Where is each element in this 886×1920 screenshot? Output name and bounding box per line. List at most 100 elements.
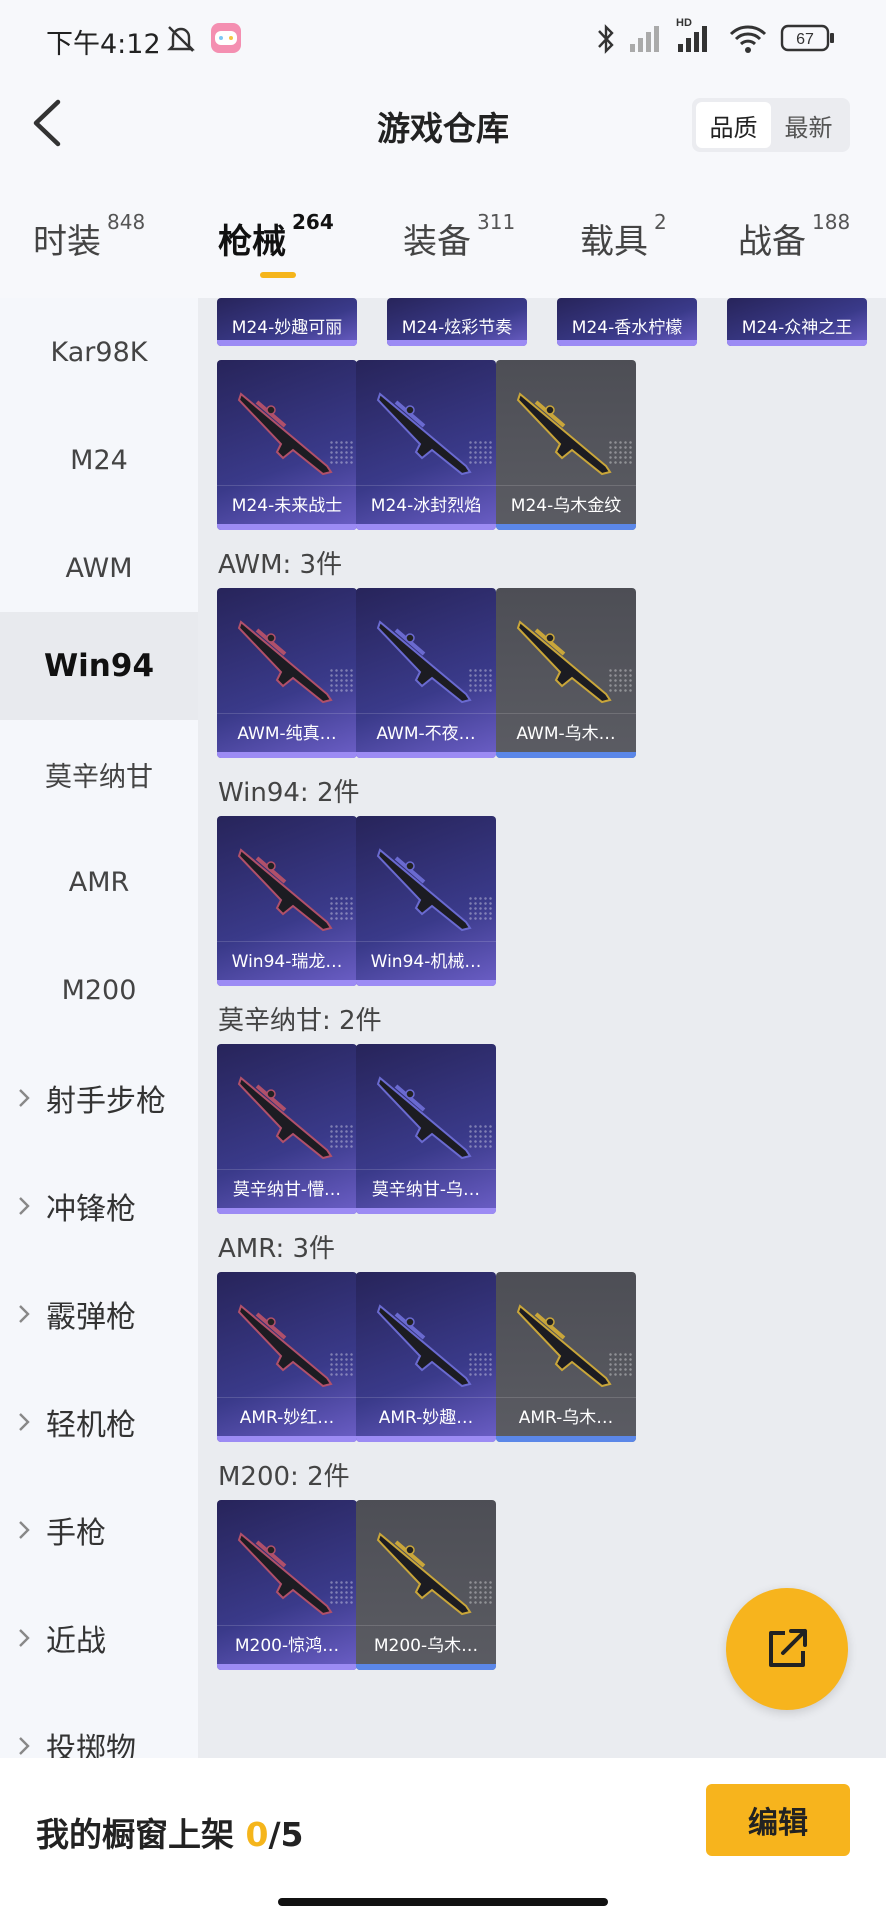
- skin-name: AMR-妙红…: [239, 1408, 335, 1428]
- skin-card[interactable]: 莫辛纳甘-懵…: [217, 1044, 357, 1214]
- skin-name: AWM-不夜…: [376, 724, 476, 744]
- mute-icon: [164, 22, 198, 60]
- skin-card[interactable]: M24-香水柠檬: [557, 298, 697, 346]
- skin-card[interactable]: Win94-机械…: [356, 816, 496, 986]
- skin-name: M200-乌木…: [373, 1636, 479, 1656]
- sidebar-item-amr[interactable]: AMR: [0, 828, 198, 936]
- signal-icon-1: [628, 22, 666, 58]
- showcase-total: /5: [268, 1815, 304, 1854]
- tab-fashion[interactable]: 时装 848: [33, 210, 145, 263]
- skin-card[interactable]: M24-妙趣可丽: [217, 298, 357, 346]
- signal-icon-2: HD: [676, 14, 716, 58]
- status-time: 下午4:12: [46, 29, 161, 60]
- skin-card[interactable]: M24-未来战士: [217, 360, 357, 530]
- edit-button[interactable]: 编辑: [706, 1784, 850, 1856]
- skin-name: AMR-妙趣…: [378, 1408, 474, 1428]
- home-indicator[interactable]: [278, 1898, 608, 1906]
- skin-card[interactable]: Win94-瑞龙…: [217, 816, 357, 986]
- skin-card[interactable]: M24-乌木金纹: [496, 360, 636, 530]
- sort-newest-button[interactable]: 最新: [771, 102, 846, 148]
- section-title: AMR: 3件: [218, 1234, 336, 1264]
- showcase-used-count: 0: [245, 1815, 269, 1854]
- showcase-bar: 我的橱窗上架 0/5 编辑: [0, 1758, 886, 1920]
- section-title: AWM: 3件: [218, 550, 343, 580]
- skin-card[interactable]: AWM-不夜…: [356, 588, 496, 758]
- skin-card[interactable]: AMR-乌木…: [496, 1272, 636, 1442]
- rifle-skin-icon: [516, 620, 612, 704]
- sidebar-category-melee[interactable]: 近战: [0, 1584, 198, 1692]
- skin-name: 莫辛纳甘-乌…: [371, 1180, 481, 1200]
- svg-text:HD: HD: [676, 17, 692, 29]
- active-tab-indicator: [260, 272, 296, 278]
- sidebar-item-win94[interactable]: Win94: [0, 612, 198, 720]
- skin-name: AWM-乌木…: [516, 724, 616, 744]
- rifle-skin-icon: [237, 848, 333, 932]
- sidebar-item-m200[interactable]: M200: [0, 936, 198, 1044]
- sidebar-category-smg[interactable]: 冲锋枪: [0, 1152, 198, 1260]
- rifle-skin-icon: [237, 1076, 333, 1160]
- sidebar-category-lmg[interactable]: 轻机枪: [0, 1368, 198, 1476]
- rifle-skin-icon: [376, 1304, 472, 1388]
- skin-card[interactable]: M200-惊鸿…: [217, 1500, 357, 1670]
- sidebar-item-awm[interactable]: AWM: [0, 514, 198, 622]
- section-title: 莫辛纳甘: 2件: [218, 1006, 382, 1036]
- battery-icon: 67: [780, 22, 836, 58]
- sidebar-item-kar98k[interactable]: Kar98K: [0, 298, 198, 406]
- status-bar: 下午4:12 HD 67: [0, 0, 886, 80]
- showcase-label: 我的橱窗上架 0/5: [36, 1815, 304, 1854]
- skin-name: Win94-瑞龙…: [231, 952, 343, 972]
- skin-name: M24-未来战士: [231, 496, 343, 516]
- skin-card[interactable]: AWM-乌木…: [496, 588, 636, 758]
- rifle-skin-icon: [376, 392, 472, 476]
- skin-name: AMR-乌木…: [518, 1408, 614, 1428]
- chevron-right-icon: [19, 1521, 30, 1539]
- skin-card[interactable]: M24-炫彩节奏: [387, 298, 527, 346]
- weapon-sidebar: Kar98K M24 AWM Win94 莫辛纳甘 AMR M200 射手步枪 …: [0, 298, 198, 1758]
- sidebar-category-dmr[interactable]: 射手步枪: [0, 1044, 198, 1152]
- rifle-skin-icon: [237, 620, 333, 704]
- skin-name: 莫辛纳甘-懵…: [232, 1180, 342, 1200]
- rifle-skin-icon: [376, 1076, 472, 1160]
- skin-card[interactable]: AWM-纯真…: [217, 588, 357, 758]
- rifle-skin-icon: [237, 1532, 333, 1616]
- tab-vehicles[interactable]: 载具 2: [580, 210, 667, 263]
- skin-card[interactable]: AMR-妙趣…: [356, 1272, 496, 1442]
- skin-card[interactable]: AMR-妙红…: [217, 1272, 357, 1442]
- skin-name: M200-惊鸿…: [234, 1636, 340, 1656]
- section-title: M200: 2件: [218, 1462, 350, 1492]
- bluetooth-icon: [594, 22, 618, 60]
- sidebar-item-mosin[interactable]: 莫辛纳甘: [0, 720, 198, 828]
- rifle-skin-icon: [237, 392, 333, 476]
- tab-guns[interactable]: 枪械 264: [218, 210, 334, 263]
- rifle-skin-icon: [237, 1304, 333, 1388]
- skin-name: AWM-纯真…: [237, 724, 337, 744]
- skin-grid: M24-妙趣可丽 M24-炫彩节奏 M24-香水柠檬 M24-众神之王 M24-…: [198, 298, 886, 1758]
- sidebar-category-pistol[interactable]: 手枪: [0, 1476, 198, 1584]
- rifle-skin-icon: [376, 848, 472, 932]
- skin-card[interactable]: 莫辛纳甘-乌…: [356, 1044, 496, 1214]
- rifle-skin-icon: [376, 1532, 472, 1616]
- battery-level: 67: [796, 31, 814, 48]
- sidebar-category-throwable[interactable]: 投掷物: [0, 1692, 198, 1758]
- tab-supplies[interactable]: 战备 188: [738, 210, 850, 263]
- sidebar-category-shotgun[interactable]: 霰弹枪: [0, 1260, 198, 1368]
- skin-name: Win94-机械…: [370, 952, 482, 972]
- sort-quality-button[interactable]: 品质: [696, 102, 771, 148]
- skin-name: M24-冰封烈焰: [370, 496, 482, 516]
- chevron-right-icon: [19, 1737, 30, 1755]
- rifle-skin-icon: [516, 1304, 612, 1388]
- tab-equipment[interactable]: 装备 311: [403, 210, 515, 263]
- rifle-skin-icon: [376, 620, 472, 704]
- skin-card[interactable]: M24-众神之王: [727, 298, 867, 346]
- skin-card[interactable]: M24-冰封烈焰: [356, 360, 496, 530]
- skin-card[interactable]: M200-乌木…: [356, 1500, 496, 1670]
- game-app-icon: [210, 22, 242, 58]
- chevron-right-icon: [19, 1197, 30, 1215]
- share-button[interactable]: [726, 1588, 848, 1710]
- chevron-right-icon: [19, 1089, 30, 1107]
- sidebar-item-m24[interactable]: M24: [0, 406, 198, 514]
- rifle-skin-icon: [516, 392, 612, 476]
- sort-toggle[interactable]: 品质 最新: [692, 98, 850, 152]
- skin-name: M24-乌木金纹: [510, 496, 622, 516]
- section-title: Win94: 2件: [218, 778, 360, 808]
